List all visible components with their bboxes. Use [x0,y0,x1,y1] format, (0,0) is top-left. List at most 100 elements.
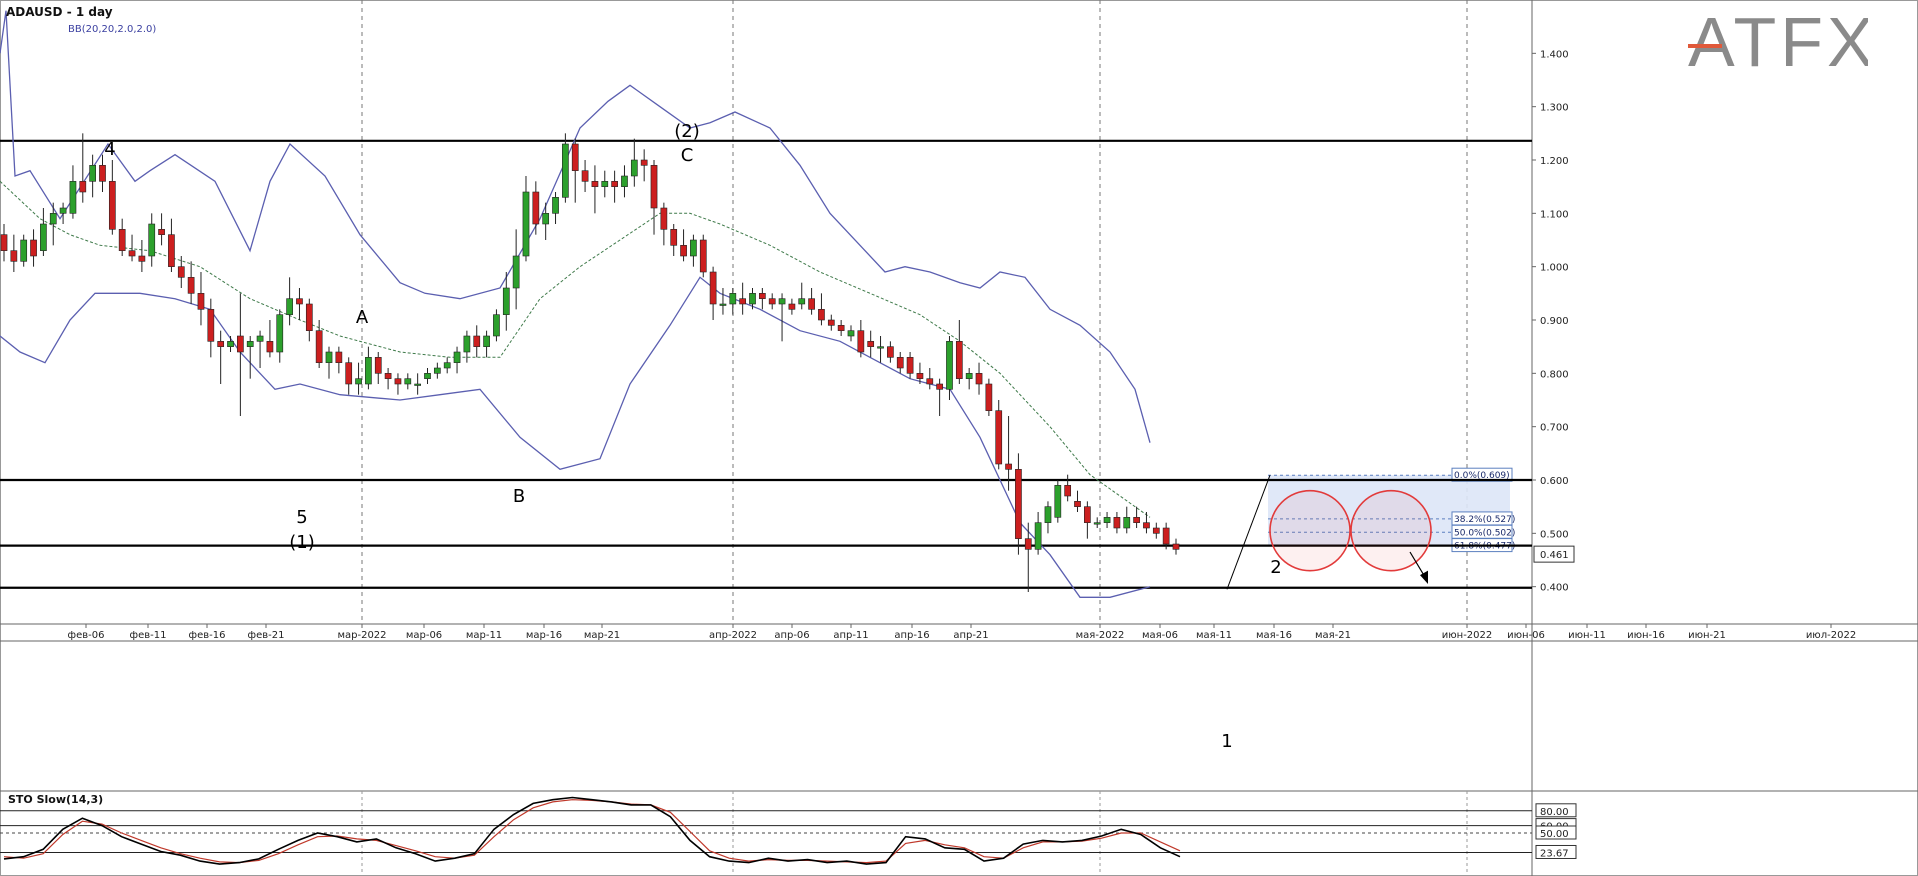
candle-body [128,250,136,257]
candle [138,240,146,272]
lower-band [0,276,1151,598]
candle [611,170,618,203]
candle-body [69,181,77,214]
wave-label-4: B [513,486,525,507]
candle-body [788,303,796,310]
candle [758,288,766,310]
candle-body [49,213,57,225]
candle-body [1054,485,1062,518]
atfx-logo-mark: ATFX [1686,3,1874,81]
outer-border [0,0,1918,876]
x-tick-label-14: мая-2022 [1076,630,1125,641]
candle-body [1005,463,1012,470]
x-tick-label-20: июн-06 [1507,630,1545,641]
x-tick-label-22: июн-16 [1627,630,1665,641]
wave-label-1: A [356,307,369,328]
candle [985,378,993,416]
y-tick-label-0: 0.400 [1540,583,1569,594]
candle-body [453,351,461,363]
candle [433,362,441,379]
candle [128,234,136,262]
candle [1064,474,1072,502]
candle-body [571,143,579,171]
candle-body [89,165,96,182]
x-tick-label-10: апр-06 [774,630,809,641]
candle-body [0,234,8,251]
candle-body [59,207,67,214]
wave-label-5: (2) [674,121,700,142]
candle [69,165,77,219]
candle-body [601,181,609,187]
candle-body [246,341,254,347]
candle-body [591,181,599,187]
candle-body [473,335,481,347]
wave-labels: 4 A 5 (1) B (2) C 2 1 [104,121,1281,752]
candle-body [640,159,648,166]
candle-body [1103,517,1111,523]
candle [483,330,490,358]
candle-body [502,287,510,315]
x-tick-label-19: июн-2022 [1442,630,1493,641]
candle-body [847,330,855,337]
candle-body [758,293,766,299]
y-tick-label-7: 1.100 [1540,209,1569,220]
candle [837,320,845,336]
candle [463,330,471,363]
candle [30,229,37,267]
candle [207,298,215,358]
candle-body [532,191,540,225]
candle [670,224,678,256]
candle-body [808,298,815,310]
candle-body [975,373,983,385]
candle [818,293,825,326]
bb-indicator-label: BB(20,20,2.0,2.0) [68,24,156,35]
y-tick-label-10: 1.400 [1540,49,1569,60]
candle [1113,512,1121,534]
candle-body [1113,517,1121,529]
candle [788,298,796,315]
candle [699,234,707,278]
middle-band [0,180,1151,518]
candle-body [650,165,658,209]
candle-body [1133,517,1140,523]
y-tick-label-4: 0.800 [1540,369,1569,380]
candle [1054,480,1062,523]
candle-body [522,191,530,257]
candle [709,266,717,320]
candle [532,181,540,235]
stoch-level-label-2: 50.00 [1540,829,1569,840]
candle [1044,501,1052,534]
candle [995,400,1003,470]
candle [1084,501,1091,539]
candle-body [187,277,195,294]
candle-body [581,170,589,182]
candle [374,352,382,384]
candle-body [237,335,244,353]
candle-body [709,271,717,305]
candle [158,213,165,246]
candle-body [562,143,569,198]
stoch-level-label-0: 80.00 [1540,807,1569,818]
wave-label-0: 4 [104,139,115,160]
candle [355,362,362,395]
candle-body [148,223,156,257]
candle-body [217,341,225,347]
x-tick-label-21: июн-11 [1568,630,1606,641]
x-tick-label-15: мая-06 [1142,630,1178,641]
candle [965,368,973,390]
candle [187,261,195,304]
stoch-level-label-3: 23.67 [1540,848,1569,859]
candle-body [1152,527,1160,534]
candle-body [286,298,293,315]
x-tick-label-3: фев-21 [248,630,285,641]
candle [493,309,500,342]
candle-body [325,351,333,363]
candle [621,165,628,198]
candle [1123,506,1131,534]
candle-body [660,207,668,230]
x-tick-label-6: мар-11 [466,630,502,641]
candle [808,288,815,315]
candle-body [99,165,106,182]
candle-body [256,335,264,342]
candle [177,256,185,288]
